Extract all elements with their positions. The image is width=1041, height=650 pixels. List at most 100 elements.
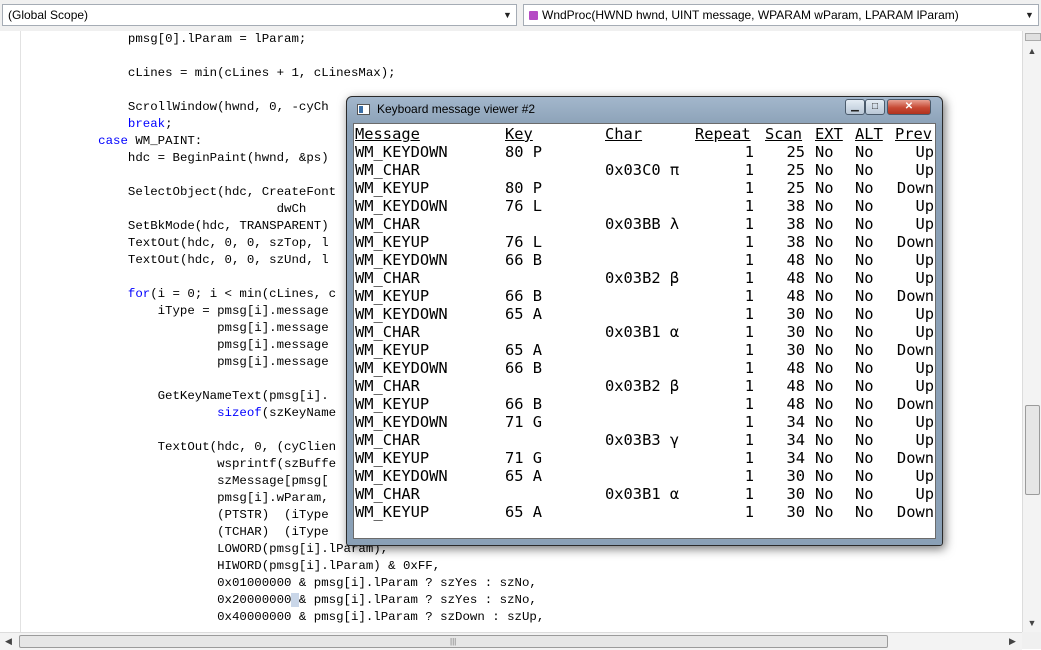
cell-prev: Up <box>915 485 934 503</box>
code-token: GetKeyNameText(pmsg[i]. <box>157 389 329 403</box>
code-line[interactable]: TextOut(hdc, 0, 0, szTop, l <box>68 235 329 252</box>
code-line[interactable]: pmsg[i].message <box>68 337 329 354</box>
code-line[interactable]: for(i = 0; i < min(cLines, c <box>68 286 336 303</box>
cell-prev: Down <box>896 503 934 521</box>
cell-message: WM_CHAR <box>355 269 420 287</box>
cell-prev: Up <box>915 431 934 449</box>
cell-message: WM_KEYDOWN <box>355 197 448 215</box>
cell-prev: Down <box>896 341 934 359</box>
code-line[interactable]: GetKeyNameText(pmsg[i]. <box>68 388 329 405</box>
code-token: szMessage[pmsg[ <box>217 474 329 488</box>
scroll-right-icon[interactable]: ▶ <box>1004 633 1021 649</box>
vertical-scroll-thumb[interactable] <box>1025 405 1040 495</box>
scroll-down-icon[interactable]: ▼ <box>1023 615 1041 632</box>
maximize-icon[interactable]: □ <box>865 99 885 115</box>
horizontal-scrollbar[interactable]: ◀ ||| ▶ <box>0 632 1022 650</box>
cell-message: WM_KEYUP <box>355 287 430 305</box>
code-line[interactable]: pmsg[i].wParam, <box>68 490 329 507</box>
code-line[interactable]: LOWORD(pmsg[i].lParam), <box>68 541 388 558</box>
viewer-client-area: Message Key Char Repeat Scan EXT ALT Pre… <box>353 123 936 539</box>
cell-prev: Up <box>915 197 934 215</box>
code-token: iType = pmsg[i].message <box>157 304 329 318</box>
cell-message: WM_CHAR <box>355 431 420 449</box>
code-token: HIWORD(pmsg[i].lParam) & 0xFF, <box>217 559 441 573</box>
cell-prev: Down <box>896 233 934 251</box>
close-icon[interactable]: ✕ <box>887 99 931 115</box>
code-line[interactable]: szMessage[pmsg[ <box>68 473 329 490</box>
cell-alt: No <box>855 197 874 215</box>
code-line[interactable]: TextOut(hdc, 0, 0, szUnd, l <box>68 252 329 269</box>
code-line[interactable]: sizeof(szKeyName <box>68 405 336 422</box>
cell-ext: No <box>815 197 834 215</box>
code-line[interactable]: pmsg[0].lParam = lParam; <box>68 31 306 48</box>
chevron-down-icon[interactable]: ▼ <box>499 5 516 25</box>
cell-scan: 25 <box>786 143 805 161</box>
cell-alt: No <box>855 359 874 377</box>
code-line[interactable]: 0x01000000 & pmsg[i].lParam ? szYes : sz… <box>68 575 537 592</box>
code-line[interactable]: SelectObject(hdc, CreateFont <box>68 184 336 201</box>
cell-scan: 30 <box>786 341 805 359</box>
code-line[interactable]: HIWORD(pmsg[i].lParam) & 0xFF, <box>68 558 440 575</box>
header-message: Message <box>355 125 420 143</box>
cell-repeat: 1 <box>744 341 754 359</box>
cell-repeat: 1 <box>744 305 754 323</box>
cell-scan: 38 <box>786 215 805 233</box>
header-char: Char <box>605 125 643 143</box>
code-line[interactable]: iType = pmsg[i].message <box>68 303 329 320</box>
code-line[interactable]: pmsg[i].message <box>68 354 329 371</box>
cell-alt: No <box>855 485 874 503</box>
cell-prev: Up <box>915 215 934 233</box>
cell-scan: 30 <box>786 503 805 521</box>
code-line[interactable]: hdc = BeginPaint(hwnd, &ps) <box>68 150 329 167</box>
chevron-down-icon[interactable]: ▼ <box>1021 5 1038 25</box>
cell-alt: No <box>855 161 874 179</box>
scroll-left-icon[interactable]: ◀ <box>0 633 17 649</box>
horizontal-scroll-thumb[interactable]: ||| <box>19 635 888 648</box>
cell-scan: 34 <box>786 413 805 431</box>
cell-key: 71 G <box>505 413 543 431</box>
code-line[interactable]: case WM_PAINT: <box>68 133 202 150</box>
cell-scan: 30 <box>786 305 805 323</box>
cell-alt: No <box>855 503 874 521</box>
code-line[interactable]: pmsg[i].message <box>68 320 329 337</box>
code-token: pmsg[i].message <box>217 338 329 352</box>
scroll-up-icon[interactable]: ▲ <box>1023 43 1041 60</box>
cell-message: WM_KEYUP <box>355 179 430 197</box>
code-token: (i = 0; i < min(cLines, c <box>150 287 337 301</box>
cell-repeat: 1 <box>744 215 754 233</box>
code-line[interactable]: 0x20000000 & pmsg[i].lParam ? szYes : sz… <box>68 592 537 609</box>
code-line[interactable]: wsprintf(szBuffe <box>68 456 336 473</box>
code-line[interactable]: SetBkMode(hdc, TRANSPARENT) <box>68 218 329 235</box>
cell-alt: No <box>855 215 874 233</box>
code-token: SetBkMode(hdc, TRANSPARENT) <box>127 219 329 233</box>
cell-ext: No <box>815 485 834 503</box>
cell-message: WM_KEYUP <box>355 341 430 359</box>
cell-repeat: 1 <box>744 449 754 467</box>
cell-repeat: 1 <box>744 503 754 521</box>
cell-prev: Up <box>915 161 934 179</box>
vertical-scrollbar[interactable]: ▲ ▼ <box>1022 31 1041 632</box>
code-line[interactable]: break; <box>68 116 173 133</box>
code-line[interactable]: ScrollWindow(hwnd, 0, -cyCh <box>68 99 329 116</box>
cell-alt: No <box>855 377 874 395</box>
code-line[interactable]: 0x40000000 & pmsg[i].lParam ? szDown : s… <box>68 609 544 626</box>
cell-ext: No <box>815 215 834 233</box>
cell-repeat: 1 <box>744 287 754 305</box>
code-line[interactable]: cLines = min(cLines + 1, cLinesMax); <box>68 65 396 82</box>
code-line[interactable]: dwCh <box>68 201 307 218</box>
cell-prev: Up <box>915 377 934 395</box>
code-token: TextOut(hdc, 0, 0, szTop, l <box>127 236 329 250</box>
cell-scan: 25 <box>786 179 805 197</box>
keyboard-viewer-window[interactable]: Keyboard message viewer #2 ▁ □ ✕ Message… <box>346 96 943 546</box>
app-window-icon <box>357 104 370 115</box>
member-combo[interactable]: WndProc(HWND hwnd, UINT message, WPARAM … <box>523 4 1039 26</box>
code-token: WM_PAINT: <box>127 134 203 148</box>
code-line[interactable]: (TCHAR) (iType <box>68 524 329 541</box>
scope-combo[interactable]: (Global Scope) ▼ <box>2 4 517 26</box>
minimize-icon[interactable]: ▁ <box>845 99 865 115</box>
splitter-handle[interactable] <box>1025 33 1041 41</box>
code-line[interactable]: TextOut(hdc, 0, (cyClien <box>68 439 336 456</box>
code-line[interactable]: (PTSTR) (iType <box>68 507 329 524</box>
cell-key: 76 L <box>505 197 543 215</box>
cell-ext: No <box>815 251 834 269</box>
